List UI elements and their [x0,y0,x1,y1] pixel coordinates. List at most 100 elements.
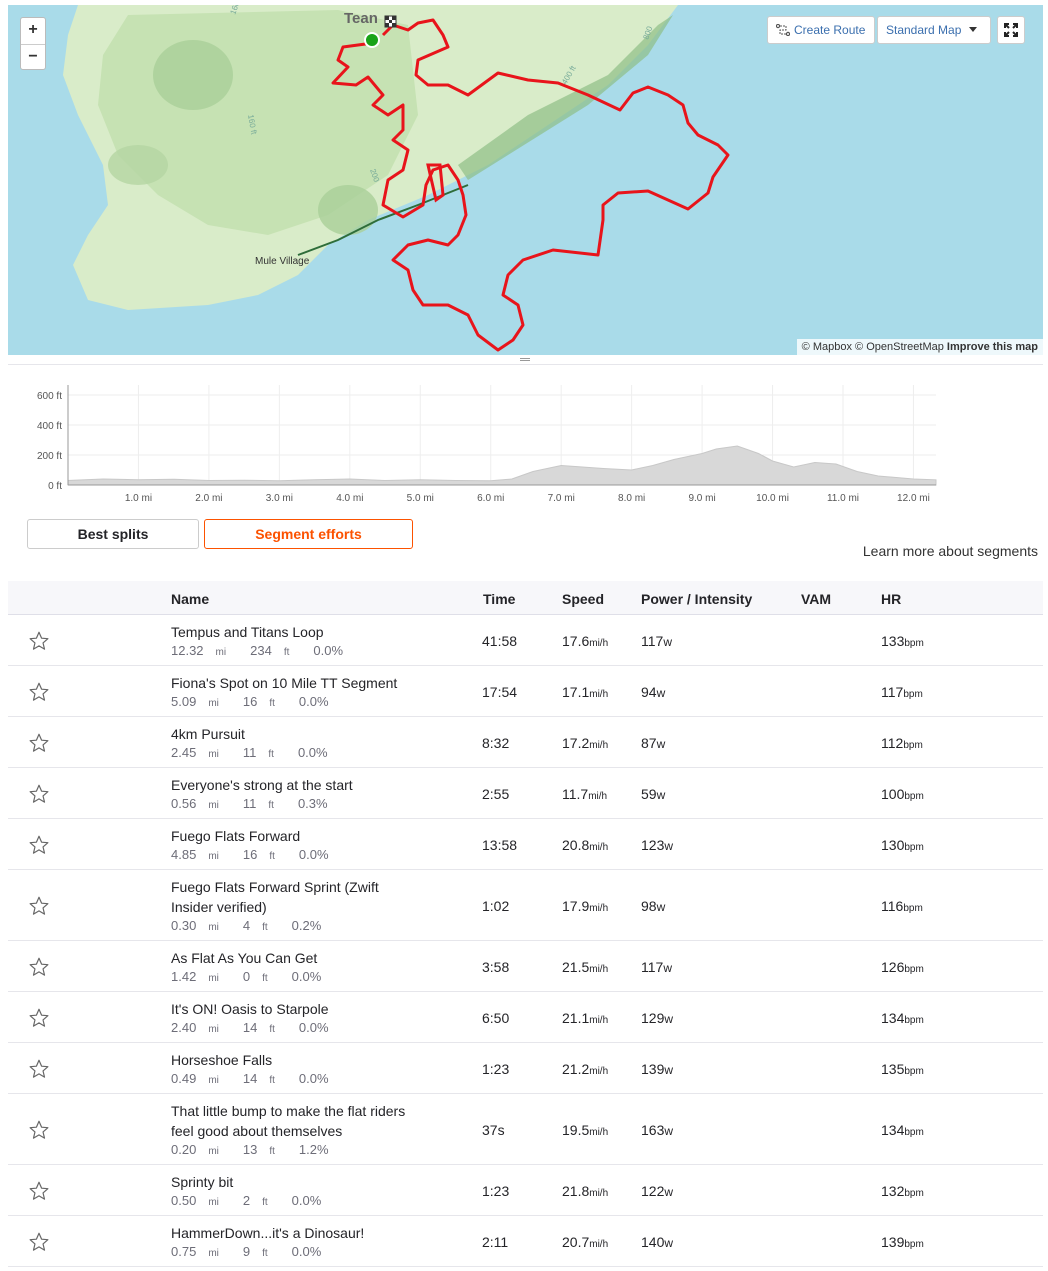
x-tick-label: 12.0 mi [897,493,930,504]
elevation-area [67,445,937,486]
star-icon[interactable] [28,732,50,754]
start-marker [364,32,380,48]
header-vam[interactable]: VAM [801,591,831,607]
star-icon[interactable] [28,1119,50,1141]
effort-power: 117w [641,633,672,649]
star-icon[interactable] [28,895,50,917]
learn-more-link[interactable]: Learn more about segments [863,543,1038,559]
header-power[interactable]: Power / Intensity [641,591,752,607]
segment-distance: 4.85 mi [171,847,219,862]
osm-link[interactable]: © OpenStreetMap [855,341,944,353]
star-icon[interactable] [28,630,50,652]
table-row[interactable]: Sprinty bit 0.50 mi 2 ft 0.0% 1:23 21.8mi/h 122w… [8,1165,1043,1216]
effort-power: 87w [641,735,666,751]
mountain-peak-left [153,40,233,110]
star-icon[interactable] [28,956,50,978]
effort-time: 8:32 [482,735,510,751]
y-tick-label: 600 ft [37,391,62,402]
segment-meta: 5.09 mi 16 ft 0.0% [171,694,341,709]
segment-elevation: 13 ft [242,1142,275,1157]
tab-segment-efforts[interactable]: Segment efforts [204,519,413,549]
segment-meta: 0.75 mi 9 ft 0.0% [171,1244,333,1259]
x-tick-label: 7.0 mi [548,493,575,504]
segment-name-link[interactable]: Everyone's strong at the start [171,775,421,795]
fullscreen-button[interactable] [997,16,1025,44]
segment-name-link[interactable]: Fuego Flats Forward Sprint (Zwift Inside… [171,877,421,917]
grip-icon [520,358,530,361]
x-tick-label: 10.0 mi [756,493,789,504]
route-icon [776,24,790,36]
mapbox-link[interactable]: © Mapbox [802,341,852,353]
star-icon[interactable] [28,1058,50,1080]
effort-hr: 132bpm [881,1183,924,1199]
segment-name-link[interactable]: 4km Pursuit [171,724,421,744]
segment-elevation: 234 ft [250,643,290,658]
segment-grade: 0.0% [298,694,329,709]
segment-grade: 0.0% [298,1020,329,1035]
route-map[interactable]: Tean Mule Village 160 ft 200 400 ft 800 … [8,5,1043,355]
segment-meta: 2.45 mi 11 ft 0.0% [171,745,340,760]
zoom-out-button[interactable]: − [21,44,45,70]
table-row[interactable]: Fiona's Spot on 10 Mile TT Segment 5.09 mi… [8,666,1043,717]
star-icon[interactable] [28,1007,50,1029]
effort-speed: 11.7mi/h [562,786,608,802]
header-speed[interactable]: Speed [562,591,604,607]
segment-name-link[interactable]: HammerDown...it's a Dinosaur! [171,1223,421,1243]
star-icon[interactable] [28,783,50,805]
star-icon[interactable] [28,1180,50,1202]
tab-best-splits[interactable]: Best splits [27,519,199,549]
segment-name-link[interactable]: That little bump to make the flat riders… [171,1101,421,1141]
x-tick-label: 11.0 mi [827,493,859,504]
effort-speed: 17.2mi/h [562,735,609,751]
create-route-button[interactable]: Create Route [767,16,875,44]
segment-name-link[interactable]: Tempus and Titans Loop [171,622,421,642]
table-row[interactable]: Tempus and Titans Loop 12.32 mi 234 ft 0.0% 41… [8,615,1043,666]
segment-elevation: 11 ft [242,796,274,811]
effort-speed: 21.2mi/h [562,1061,609,1077]
segment-distance: 0.75 mi [171,1244,219,1259]
header-hr[interactable]: HR [881,591,901,607]
map-type-dropdown[interactable]: Standard Map [877,16,991,44]
segment-grade: 0.0% [298,847,329,862]
star-icon[interactable] [28,681,50,703]
effort-power: 94w [641,684,666,700]
segment-meta: 0.50 mi 2 ft 0.0% [171,1193,333,1208]
star-icon[interactable] [28,834,50,856]
effort-hr: 133bpm [881,633,924,649]
segment-grade: 0.2% [291,918,322,933]
segment-name-link[interactable]: It's ON! Oasis to Starpole [171,999,421,1019]
table-row[interactable]: Horseshoe Falls 0.49 mi 14 ft 0.0% 1:23 21.2mi/… [8,1043,1043,1094]
improve-map-link[interactable]: Improve this map [947,341,1038,353]
segment-distance: 2.45 mi [171,745,219,760]
segment-name-link[interactable]: As Flat As You Can Get [171,948,421,968]
segment-grade: 0.0% [291,1244,322,1259]
zoom-in-button[interactable]: + [21,18,45,44]
elevation-chart[interactable]: 0 ft 200 ft 400 ft 600 ft 1.0 mi 2.0 mi 3.0 mi… [8,375,948,510]
table-row[interactable]: Fuego Flats Forward Sprint (Zwift Inside… [8,870,1043,941]
segment-meta: 4.85 mi 16 ft 0.0% [171,847,341,862]
segment-name-link[interactable]: Fuego Flats Forward [171,826,421,846]
effort-power: 163w [641,1122,674,1138]
table-row[interactable]: Fuego Flats Forward 4.85 mi 16 ft 0.0% 13:58 20… [8,819,1043,870]
x-tick-label: 8.0 mi [618,493,645,504]
star-icon[interactable] [28,1231,50,1253]
segment-distance: 0.20 mi [171,1142,219,1157]
map-resize-handle[interactable] [8,355,1043,365]
table-row[interactable]: It's ON! Oasis to Starpole 2.40 mi 14 ft 0.0%… [8,992,1043,1043]
segment-name-link[interactable]: Fiona's Spot on 10 Mile TT Segment [171,673,421,693]
create-route-label: Create Route [794,23,866,37]
table-row[interactable]: Everyone's strong at the start 0.56 mi 11 ft… [8,768,1043,819]
hill-west [108,145,168,185]
map-canvas[interactable]: Tean Mule Village 160 ft 200 400 ft 800 … [8,5,1043,355]
effort-hr: 117bpm [881,684,923,700]
segment-name-link[interactable]: Horseshoe Falls [171,1050,421,1070]
header-time[interactable]: Time [483,591,515,607]
table-row[interactable]: 4km Pursuit 2.45 mi 11 ft 0.0% 8:32 17.2mi/h 87w… [8,717,1043,768]
effort-time: 41:58 [482,633,518,649]
table-row[interactable]: As Flat As You Can Get 1.42 mi 0 ft 0.0% 3:58 2… [8,941,1043,992]
effort-hr: 116bpm [881,898,923,914]
segment-name-link[interactable]: Sprinty bit [171,1172,421,1192]
table-row[interactable]: HammerDown...it's a Dinosaur! 0.75 mi 9 ft 0.… [8,1216,1043,1267]
header-name[interactable]: Name [171,591,209,607]
table-row[interactable]: That little bump to make the flat riders… [8,1094,1043,1165]
